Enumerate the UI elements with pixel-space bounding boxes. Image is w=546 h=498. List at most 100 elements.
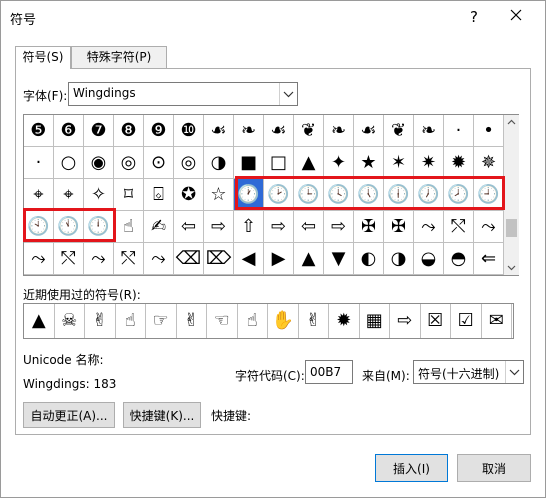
close-button[interactable] bbox=[501, 5, 531, 29]
symbol-cell[interactable]: ★ bbox=[354, 147, 384, 179]
symbol-cell[interactable]: ❿ bbox=[174, 115, 204, 147]
char-code-input[interactable]: 00B7 bbox=[305, 360, 353, 384]
symbol-cell[interactable]: ❧ bbox=[324, 115, 354, 147]
recent-symbol-cell[interactable]: ▲ bbox=[24, 304, 55, 338]
symbol-cell[interactable]: ✍ bbox=[144, 211, 174, 243]
symbol-cell[interactable]: · bbox=[444, 115, 474, 147]
recent-symbol-cell[interactable]: ☒ bbox=[421, 304, 451, 338]
symbol-cell[interactable]: ⌑ bbox=[114, 179, 144, 211]
recent-symbol-cell[interactable]: ☑ bbox=[451, 304, 482, 338]
symbol-cell[interactable]: ◑ bbox=[204, 147, 234, 179]
symbol-cell[interactable]: ⌦ bbox=[204, 243, 234, 275]
symbol-cell[interactable]: ⇨ bbox=[204, 211, 234, 243]
symbol-cell[interactable]: ■ bbox=[234, 147, 264, 179]
recent-symbol-cell[interactable]: ☞ bbox=[146, 304, 177, 338]
symbol-cell[interactable]: ◐ bbox=[354, 243, 384, 275]
symbol-cell[interactable]: ✠ bbox=[354, 211, 384, 243]
symbol-cell[interactable]: ☙ bbox=[264, 115, 294, 147]
symbol-cell[interactable]: ⇦ bbox=[174, 211, 204, 243]
recent-symbol-cell[interactable]: ✌ bbox=[299, 304, 329, 338]
symbol-cell[interactable]: ☙ bbox=[204, 115, 234, 147]
symbol-cell[interactable]: ✶ bbox=[384, 147, 414, 179]
symbol-cell[interactable]: ▲ bbox=[294, 243, 324, 275]
recent-symbol-cell[interactable]: ⇨ bbox=[390, 304, 421, 338]
symbol-cell[interactable]: ⤳ bbox=[84, 243, 114, 275]
symbol-cell[interactable]: ✷ bbox=[414, 147, 444, 179]
font-dropdown-button[interactable] bbox=[279, 83, 297, 105]
symbol-cell[interactable]: ○ bbox=[54, 147, 84, 179]
symbol-cell[interactable]: ◒ bbox=[414, 243, 444, 275]
from-select[interactable]: 符号(十六进制) bbox=[413, 360, 524, 384]
symbol-cell[interactable]: ◉ bbox=[84, 147, 114, 179]
symbol-cell[interactable]: ⇨ bbox=[264, 211, 294, 243]
scroll-up-icon[interactable] bbox=[504, 115, 519, 130]
recent-symbol-cell[interactable]: ☝ bbox=[238, 304, 268, 338]
symbol-cell[interactable]: ⌖ bbox=[54, 179, 84, 211]
symbol-cell[interactable]: ⌫ bbox=[174, 243, 204, 275]
symbol-cell[interactable]: □ bbox=[264, 147, 294, 179]
symbol-cell[interactable]: ◀ bbox=[234, 243, 264, 275]
symbol-cell[interactable]: ❻ bbox=[54, 115, 84, 147]
recent-symbol-cell[interactable]: ✋ bbox=[268, 304, 299, 338]
symbol-cell[interactable]: ⤳ bbox=[24, 243, 54, 275]
recent-symbol-cell[interactable]: ✹ bbox=[329, 304, 360, 338]
shortcut-key-button[interactable]: 快捷键(K)... bbox=[123, 402, 201, 428]
symbol-cell[interactable]: ▶ bbox=[264, 243, 294, 275]
recent-symbol-cell[interactable]: ☠ bbox=[55, 304, 85, 338]
symbol-cell[interactable]: ⤲ bbox=[54, 243, 84, 275]
tab-special-characters[interactable]: 特殊字符(P) bbox=[71, 46, 167, 68]
symbol-cell[interactable]: ⤳ bbox=[144, 243, 174, 275]
symbol-cell[interactable]: ❾ bbox=[144, 115, 174, 147]
symbol-cell[interactable]: ❺ bbox=[24, 115, 54, 147]
symbol-cell[interactable]: ▼ bbox=[324, 243, 354, 275]
symbol-cell[interactable]: ⇐ bbox=[474, 243, 504, 275]
font-select[interactable]: Wingdings bbox=[68, 82, 298, 106]
symbol-cell[interactable]: ▲ bbox=[294, 147, 324, 179]
autocorrect-button[interactable]: 自动更正(A)... bbox=[23, 402, 115, 428]
symbol-cell[interactable]: ✪ bbox=[174, 179, 204, 211]
symbol-cell[interactable]: ❽ bbox=[114, 115, 144, 147]
recent-symbol-cell[interactable]: ✌ bbox=[177, 304, 207, 338]
symbol-cell[interactable]: ◎ bbox=[174, 147, 204, 179]
symbol-cell[interactable]: ⇦ bbox=[294, 211, 324, 243]
symbol-cell[interactable]: ⇨ bbox=[324, 211, 354, 243]
symbol-cell[interactable]: ✦ bbox=[324, 147, 354, 179]
symbol-cell[interactable]: ⤲ bbox=[114, 243, 144, 275]
scroll-thumb[interactable] bbox=[506, 219, 517, 237]
tab-symbols[interactable]: 符号(S) bbox=[15, 46, 71, 69]
symbol-cell[interactable]: ⊙ bbox=[144, 147, 174, 179]
symbol-cell[interactable]: ✵ bbox=[474, 147, 504, 179]
symbol-cell[interactable]: ⌖ bbox=[24, 179, 54, 211]
from-dropdown-button[interactable] bbox=[505, 361, 523, 383]
symbol-cell[interactable]: · bbox=[24, 147, 54, 179]
cancel-button[interactable]: 取消 bbox=[457, 454, 531, 482]
symbol-cell[interactable]: ◎ bbox=[114, 147, 144, 179]
symbol-cell[interactable]: ❧ bbox=[234, 115, 264, 147]
symbol-cell[interactable]: ☝ bbox=[114, 211, 144, 243]
symbol-cell[interactable]: ◓ bbox=[444, 243, 474, 275]
recent-symbol-cell[interactable]: ✌ bbox=[85, 304, 116, 338]
symbol-cell[interactable]: ✧ bbox=[84, 179, 114, 211]
symbol-cell[interactable]: ❼ bbox=[84, 115, 114, 147]
recent-symbol-cell[interactable]: ✉ bbox=[482, 304, 512, 338]
recent-symbol-cell[interactable]: ☜ bbox=[207, 304, 238, 338]
symbol-cell[interactable]: ⇧ bbox=[234, 211, 264, 243]
symbol-cell[interactable]: ❧ bbox=[414, 115, 444, 147]
symbol-cell[interactable]: • bbox=[474, 115, 504, 147]
symbol-cell[interactable]: ☙ bbox=[354, 115, 384, 147]
symbol-cell[interactable]: ☆ bbox=[204, 179, 234, 211]
symbol-cell[interactable]: ◑ bbox=[384, 243, 414, 275]
insert-button[interactable]: 插入(I) bbox=[375, 454, 448, 482]
symbol-cell[interactable]: ✠ bbox=[384, 211, 414, 243]
recent-symbol-cell[interactable]: ▦ bbox=[360, 304, 390, 338]
symbol-cell[interactable]: ⌺ bbox=[144, 179, 174, 211]
symbol-cell[interactable]: ❦ bbox=[294, 115, 324, 147]
symbol-cell[interactable]: ✹ bbox=[444, 147, 474, 179]
help-button[interactable]: ? bbox=[461, 5, 487, 29]
symbol-cell[interactable]: ⤳ bbox=[474, 211, 504, 243]
symbol-cell[interactable]: ⤳ bbox=[414, 211, 444, 243]
recent-symbol-cell[interactable]: ☝ bbox=[116, 304, 146, 338]
symbol-cell[interactable]: ❦ bbox=[384, 115, 414, 147]
scroll-down-icon[interactable] bbox=[504, 260, 519, 275]
symbol-cell[interactable]: ⤲ bbox=[444, 211, 474, 243]
